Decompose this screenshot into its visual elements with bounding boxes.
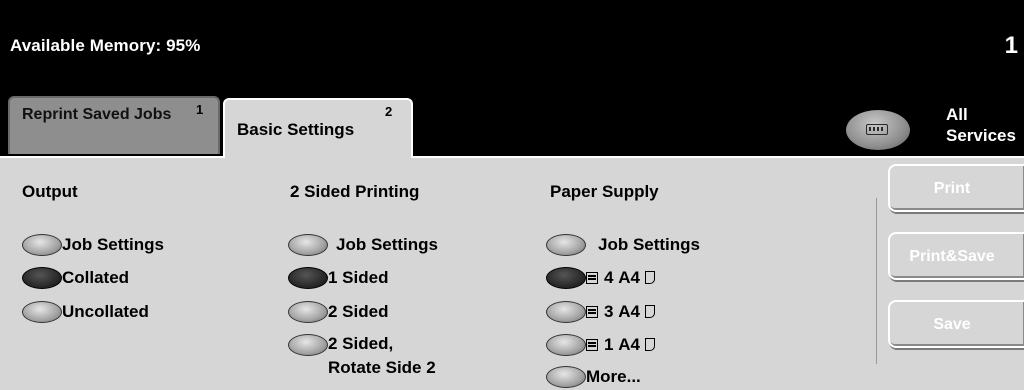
paper-supply-heading: Paper Supply <box>550 182 659 201</box>
option-label: 2 Sided <box>328 302 389 321</box>
print-and-save-button-label: Print&Save <box>909 248 995 265</box>
paper-size: A4 <box>618 268 640 287</box>
option-label-line2: Rotate Side 2 <box>328 358 436 377</box>
tab-reprint-number: 1 <box>196 102 204 117</box>
paper-orientation-icon <box>644 338 655 351</box>
option-label: Collated <box>62 268 130 287</box>
paper-tray-icon <box>586 306 598 318</box>
option-label: 3 A4 <box>586 302 655 322</box>
radio-button-icon <box>288 301 328 323</box>
option-label: 1 A4 <box>586 335 655 355</box>
all-services-button[interactable] <box>846 110 910 150</box>
status-bar: Available Memory: 95% 1 <box>0 28 1024 68</box>
all-services-label[interactable]: All Services <box>946 104 1016 146</box>
tab-reprint-saved-jobs[interactable]: Reprint Saved Jobs 1 <box>8 96 220 154</box>
print-button[interactable]: Print <box>888 164 1024 212</box>
paper-tray-icon <box>586 272 598 284</box>
paper-orientation-icon <box>644 271 655 284</box>
option-label: 1 Sided <box>328 268 389 287</box>
radio-button-icon <box>546 301 586 323</box>
action-divider <box>876 198 877 364</box>
radio-button-icon <box>546 334 586 356</box>
paper-tray-icon <box>586 339 598 351</box>
option-label: 4 A4 <box>586 268 655 288</box>
option-label: Job Settings <box>598 235 701 254</box>
option-label: Uncollated <box>62 302 149 321</box>
option-label-line1: 2 Sided, <box>328 334 394 353</box>
tab-reprint-label: Reprint Saved Jobs <box>22 106 172 123</box>
tray-number: 3 <box>604 302 614 321</box>
tab-basic-number: 2 <box>385 104 393 119</box>
tab-basic-label: Basic Settings <box>237 120 355 139</box>
radio-button-icon <box>22 301 62 323</box>
option-label: Job Settings <box>62 235 165 254</box>
paper-size: A4 <box>618 302 640 321</box>
radio-button-icon <box>546 234 586 256</box>
paper-orientation-icon <box>644 305 655 318</box>
print-and-save-button[interactable]: Print&Save <box>888 232 1024 280</box>
copy-counter: 1 <box>1004 32 1018 59</box>
basic-settings-panel: Output Job Settings Collated Uncollated … <box>0 156 1024 390</box>
all-services-label-line1: All <box>946 105 968 124</box>
radio-button-selected-icon <box>546 267 586 289</box>
radio-button-selected-icon <box>22 267 62 289</box>
option-label: Job Settings <box>336 235 439 254</box>
all-services-label-line2: Services <box>946 126 1016 145</box>
two-sided-heading: 2 Sided Printing <box>290 182 420 201</box>
radio-button-icon <box>288 334 328 356</box>
radio-button-icon <box>288 234 328 256</box>
save-button-label: Save <box>933 316 971 333</box>
tray-number: 1 <box>604 335 614 354</box>
output-heading: Output <box>22 182 78 201</box>
available-memory-text: Available Memory: 95% <box>10 36 201 55</box>
tab-basic-settings[interactable]: Basic Settings 2 <box>223 98 413 158</box>
printer-screen: Available Memory: 95% 1 Reprint Saved Jo… <box>0 0 1024 390</box>
paper-size: A4 <box>618 335 640 354</box>
keypad-icon <box>866 124 888 135</box>
save-button[interactable]: Save <box>888 300 1024 348</box>
radio-button-icon <box>546 366 586 388</box>
tray-number: 4 <box>604 268 614 287</box>
option-label: More... <box>586 367 641 386</box>
print-button-label: Print <box>933 180 971 197</box>
radio-button-icon <box>22 234 62 256</box>
radio-button-selected-icon <box>288 267 328 289</box>
